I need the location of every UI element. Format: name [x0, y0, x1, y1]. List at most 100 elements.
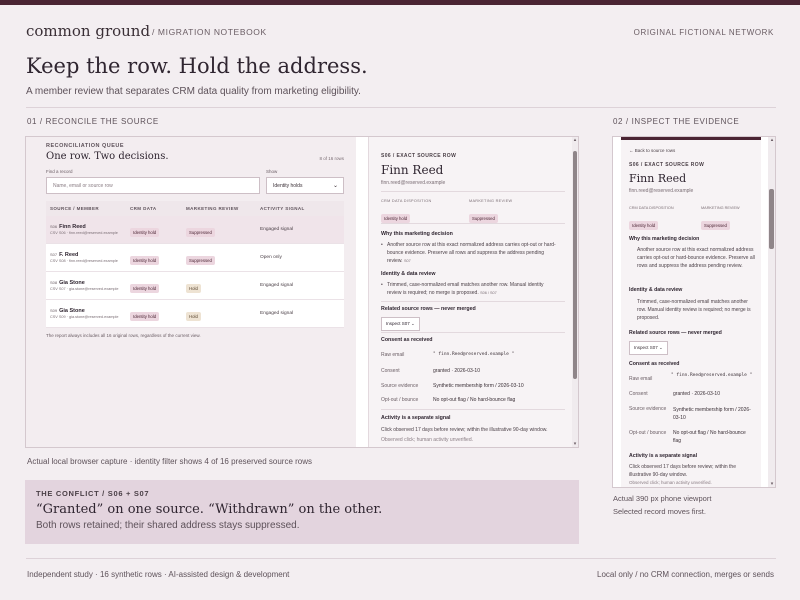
activity-more: Observed click; human activity unverifie… — [381, 437, 473, 443]
scroll-down-icon[interactable]: ▾ — [572, 441, 578, 447]
scrollbar[interactable]: ▴ ▾ — [572, 137, 578, 447]
consent-key: Source evidence — [381, 383, 419, 389]
detail-email: finn.reed@reserved.example — [629, 188, 694, 194]
footer-left: Independent study · 16 synthetic rows · … — [27, 570, 290, 579]
identity-text-body: Trimmed, case-normalized email matches a… — [387, 282, 544, 296]
detail-email: finn.reed@reserved.example — [381, 180, 446, 186]
review-badge: Suppressed — [469, 214, 498, 223]
phone-capture: ← Back to source rows S06 / EXACT SOURCE… — [612, 136, 776, 488]
activity-signal: Engaged signal — [260, 227, 294, 232]
activity-signal: Engaged signal — [260, 311, 294, 316]
divider — [26, 558, 776, 559]
brand-logo: common ground — [26, 22, 151, 40]
phone-detail-panel: ← Back to source rows S06 / EXACT SOURCE… — [621, 140, 761, 487]
activity-more: Observed click; human activity unverifie… — [629, 480, 712, 485]
search-input[interactable]: Name, email or source row — [46, 177, 260, 194]
scroll-up-icon[interactable]: ▴ — [572, 137, 578, 143]
field-label: CRM DATA DISPOSITION — [381, 199, 432, 203]
identity-heading: Identity & data review — [381, 271, 436, 277]
review-badge: Suppressed — [186, 255, 215, 265]
table-row[interactable]: S06 Finn Reed CSV S06 · finn.reed@reserved… — [46, 216, 344, 244]
table-row[interactable]: S07 F. Reed CSV S08 · finn.reed@reserved.e… — [46, 244, 344, 272]
crm-badge: Identity hold — [381, 214, 411, 223]
consent-value: No opt-out flag / No hard-bounce flag — [433, 397, 516, 403]
consent-value: " finn.Reed@reserved.example " — [671, 373, 753, 378]
row-index: S07 — [50, 252, 58, 257]
activity-text: Click observed 17 days before review; wi… — [381, 427, 548, 433]
inspect-button-label: Inspect S07 — [386, 321, 410, 326]
network-label: ORIGINAL FICTIONAL NETWORK — [633, 28, 774, 37]
activity-heading: Activity is a separate signal — [629, 453, 698, 459]
scrollbar[interactable]: ▴ ▾ — [768, 137, 775, 487]
desktop-caption: Actual local browser capture · identity … — [27, 457, 313, 466]
identity-text: Trimmed, case-normalized email matches a… — [637, 299, 751, 321]
conflict-subtitle: Both rows retained; their shared address… — [36, 520, 300, 531]
queue-panel: RECONCILIATION QUEUE One row. Two decisi… — [26, 137, 356, 447]
desktop-capture: RECONCILIATION QUEUE One row. Two decisi… — [25, 136, 579, 448]
consent-key: Consent — [381, 368, 400, 374]
show-filter-value: Identity holds — [273, 183, 303, 189]
why-heading: Why this marketing decision — [629, 236, 700, 242]
member-name-text: Gia Stone — [59, 280, 85, 286]
inspect-button-label: Inspect S07 — [634, 345, 658, 350]
source-table: SOURCE / MEMBER CRM DATA MARKETING REVIE… — [46, 201, 344, 328]
consent-value: Synthetic membership form / 2026-03-10 — [673, 407, 751, 421]
scroll-down-icon[interactable]: ▾ — [769, 481, 775, 487]
back-link[interactable]: ← Back to source rows — [629, 148, 675, 153]
why-text-body: Another source row at this exact normali… — [387, 242, 556, 264]
chevron-down-icon: ⌄ — [332, 183, 338, 189]
divider — [381, 191, 565, 192]
crm-badge: Identity hold — [130, 311, 160, 321]
activity-signal: Engaged signal — [260, 283, 294, 288]
consent-heading: Consent as received — [381, 337, 433, 343]
identity-heading: Identity & data review — [629, 287, 683, 293]
consent-value: Synthetic membership form / 2026-03-10 — [433, 383, 524, 389]
consent-key: Raw email — [381, 352, 405, 358]
column-header: MARKETING REVIEW — [186, 206, 239, 211]
related-heading: Related source rows — never merged — [629, 330, 722, 336]
page-title: Keep the row. Hold the address. — [26, 54, 368, 78]
table-row[interactable]: S09 Gia Stone CSV S09 · gia.stone@reserved… — [46, 300, 344, 328]
conflict-label: THE CONFLICT / S06 + S07 — [36, 489, 150, 498]
consent-key: Opt-out / bounce — [629, 430, 667, 436]
section-label-inspect: 02 / INSPECT THE EVIDENCE — [613, 117, 740, 126]
footer-right: Local only / no CRM connection, merges o… — [597, 570, 774, 579]
member-source: CSV S09 · gia.stone@reserved.example — [50, 315, 119, 319]
member-name: S07 F. Reed — [50, 252, 130, 258]
consent-value: No opt-out flag / No hard-bounce flag — [673, 430, 746, 444]
conflict-callout: THE CONFLICT / S06 + S07 “Granted” on on… — [25, 480, 579, 544]
review-badge: Hold — [186, 283, 201, 293]
show-label: Show — [266, 169, 278, 174]
detail-label: S06 / EXACT SOURCE ROW — [629, 162, 705, 168]
related-heading: Related source rows — never merged — [381, 306, 476, 312]
detail-name: Finn Reed — [629, 172, 687, 185]
scrollbar-thumb[interactable] — [573, 151, 577, 379]
consent-value: " finn.Reed@reserved.example " — [433, 352, 515, 357]
review-badge: Suppressed — [701, 221, 730, 230]
inspect-s07-button[interactable]: Inspect S07 ⌄ — [381, 317, 420, 331]
table-row[interactable]: S08 Gia Stone CSV S07 · gia.stone@reserved… — [46, 272, 344, 300]
crm-badge: Identity hold — [130, 227, 160, 237]
why-heading: Why this marketing decision — [381, 231, 453, 237]
field-label: MARKETING REVIEW — [469, 199, 513, 203]
scroll-up-icon[interactable]: ▴ — [769, 137, 775, 143]
crm-disposition: CRM DATA DISPOSITION Identity hold — [381, 199, 432, 225]
queue-title: One row. Two decisions. — [46, 151, 169, 162]
detail-label: S06 / EXACT SOURCE ROW — [381, 153, 457, 159]
scrollbar-thumb[interactable] — [769, 189, 774, 249]
show-filter-select[interactable]: Identity holds ⌄ — [266, 177, 344, 194]
review-badge: Hold — [186, 311, 201, 321]
member-source: CSV S07 · gia.stone@reserved.example — [50, 287, 119, 291]
activity-heading: Activity is a separate signal — [381, 415, 451, 421]
chevron-down-icon: ⌄ — [659, 345, 663, 350]
member-source: CSV S06 · finn.reed@reserved.example — [50, 231, 118, 235]
divider — [381, 223, 565, 224]
detail-panel: S06 / EXACT SOURCE ROW Finn Reed finn.re… — [368, 137, 576, 447]
field-label: CRM DATA DISPOSITION — [629, 206, 674, 210]
why-text: Another source row at this exact normali… — [637, 247, 755, 269]
inspect-s07-button[interactable]: Inspect S07 ⌄ — [629, 341, 668, 355]
consent-value: granted · 2026-03-10 — [673, 391, 720, 397]
identity-text: Trimmed, case-normalized email matches a… — [381, 281, 559, 297]
why-tag: S07 — [403, 259, 411, 263]
column-header: CRM DATA — [130, 206, 157, 211]
